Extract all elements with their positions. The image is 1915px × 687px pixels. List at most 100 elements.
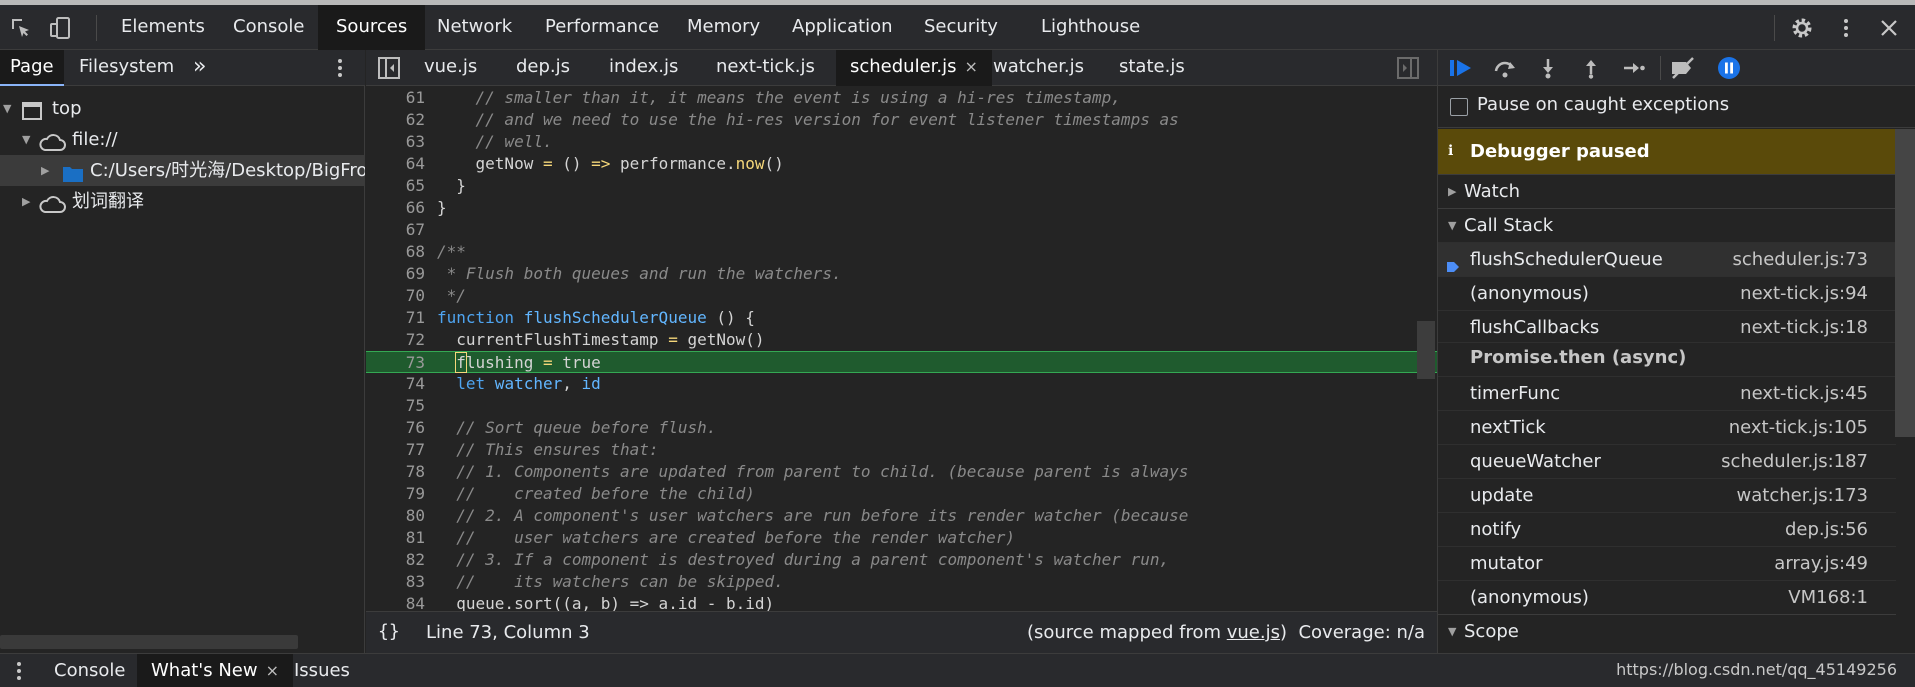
- more-options-icon[interactable]: [1831, 13, 1861, 43]
- expanded-triangle-icon[interactable]: ▼: [22, 124, 30, 155]
- line-number[interactable]: 66: [366, 197, 425, 219]
- call-frame[interactable]: nextTick next-tick.js:105: [1438, 410, 1896, 444]
- inspect-element-icon[interactable]: [6, 13, 36, 43]
- frame-location[interactable]: scheduler.js:73: [1733, 243, 1868, 277]
- line-number[interactable]: 79: [366, 483, 425, 505]
- close-tab-icon[interactable]: ×: [266, 661, 279, 680]
- device-toolbar-icon[interactable]: [45, 13, 75, 43]
- step-icon[interactable]: [1619, 53, 1649, 83]
- call-frame[interactable]: (anonymous) next-tick.js:94: [1438, 276, 1896, 310]
- gear-icon[interactable]: [1787, 13, 1817, 43]
- frame-location[interactable]: dep.js:56: [1785, 513, 1868, 547]
- expanded-triangle-icon[interactable]: ▼: [1448, 615, 1456, 649]
- expanded-triangle-icon[interactable]: ▼: [1448, 209, 1456, 243]
- line-number[interactable]: 73: [366, 352, 425, 374]
- line-number[interactable]: 71: [366, 307, 425, 329]
- collapsed-triangle-icon[interactable]: ▶: [1448, 175, 1456, 209]
- toggle-navigator-icon[interactable]: [378, 57, 400, 83]
- call-frame[interactable]: (anonymous) VM168:1: [1438, 580, 1896, 614]
- file-tab[interactable]: next-tick.js: [702, 50, 829, 86]
- line-number[interactable]: 75: [366, 395, 425, 417]
- line-number[interactable]: 83: [366, 571, 425, 593]
- line-number[interactable]: 67: [366, 219, 425, 241]
- deactivate-breakpoints-icon[interactable]: [1668, 53, 1698, 83]
- file-tab[interactable]: dep.js: [502, 50, 584, 86]
- line-number[interactable]: 84: [366, 593, 425, 611]
- tab-memory[interactable]: Memory: [669, 5, 778, 50]
- tree-item-top[interactable]: ▼ top: [0, 93, 365, 124]
- line-number[interactable]: 65: [366, 175, 425, 197]
- line-number[interactable]: 69: [366, 263, 425, 285]
- frame-location[interactable]: scheduler.js:187: [1721, 445, 1868, 479]
- step-into-icon[interactable]: [1533, 53, 1563, 83]
- tree-item-folder[interactable]: ▶ C:/Users/时光海/Desktop/BigFront: [0, 155, 365, 186]
- tab-sources[interactable]: Sources: [318, 5, 426, 50]
- line-number[interactable]: 68: [366, 241, 425, 263]
- line-number[interactable]: 61: [366, 87, 425, 109]
- drawer-tab-issues[interactable]: Issues: [280, 654, 364, 687]
- collapsed-triangle-icon[interactable]: ▶: [22, 186, 30, 217]
- drawer-tab-whats-new[interactable]: What's New ×: [137, 654, 294, 687]
- step-out-icon[interactable]: [1576, 53, 1606, 83]
- pretty-print-button[interactable]: {}: [378, 621, 400, 642]
- frame-location[interactable]: VM168:1: [1788, 581, 1868, 615]
- call-frame[interactable]: flushCallbacks next-tick.js:18: [1438, 310, 1896, 344]
- line-number[interactable]: 81: [366, 527, 425, 549]
- line-number[interactable]: 62: [366, 109, 425, 131]
- tab-security[interactable]: Security: [906, 5, 1016, 50]
- file-tab-active[interactable]: scheduler.js ×: [836, 50, 992, 86]
- line-number[interactable]: 76: [366, 417, 425, 439]
- pause-on-caught-checkbox[interactable]: [1450, 98, 1468, 116]
- watch-section-header[interactable]: ▶ Watch: [1438, 174, 1896, 208]
- tab-page[interactable]: Page: [0, 50, 64, 86]
- frame-location[interactable]: watcher.js:173: [1737, 479, 1868, 513]
- tab-filesystem[interactable]: Filesystem: [69, 50, 184, 86]
- tab-application[interactable]: Application: [774, 5, 911, 50]
- frame-location[interactable]: array.js:49: [1774, 547, 1868, 581]
- call-frame[interactable]: flushSchedulerQueue scheduler.js:73: [1438, 242, 1896, 276]
- expanded-triangle-icon[interactable]: ▼: [3, 93, 11, 124]
- tab-elements[interactable]: Elements: [103, 5, 223, 50]
- resume-icon[interactable]: [1446, 53, 1476, 83]
- line-number[interactable]: 74: [366, 373, 425, 395]
- line-number[interactable]: 64: [366, 153, 425, 175]
- call-stack-section-header[interactable]: ▼ Call Stack: [1438, 208, 1896, 242]
- line-number[interactable]: 82: [366, 549, 425, 571]
- pause-on-exceptions-icon[interactable]: [1714, 53, 1744, 83]
- frame-location[interactable]: next-tick.js:94: [1740, 277, 1868, 311]
- file-tab[interactable]: state.js: [1105, 50, 1199, 86]
- frame-location[interactable]: next-tick.js:105: [1729, 411, 1868, 445]
- frame-location[interactable]: next-tick.js:18: [1740, 311, 1868, 345]
- call-frame[interactable]: update watcher.js:173: [1438, 478, 1896, 512]
- vertical-scrollbar[interactable]: [1417, 321, 1435, 379]
- file-tab[interactable]: watcher.js: [979, 50, 1098, 86]
- close-icon[interactable]: [1874, 13, 1904, 43]
- tree-item-extension[interactable]: ▶ 划词翻译: [0, 186, 365, 217]
- drawer-menu-icon[interactable]: [9, 659, 29, 687]
- file-tab[interactable]: index.js: [595, 50, 692, 86]
- code-view[interactable]: 61 // smaller than it, it means the even…: [366, 87, 1437, 611]
- line-number[interactable]: 78: [366, 461, 425, 483]
- call-frame[interactable]: timerFunc next-tick.js:45: [1438, 376, 1896, 410]
- tab-performance[interactable]: Performance: [527, 5, 677, 50]
- horizontal-scrollbar[interactable]: [0, 635, 298, 649]
- line-number[interactable]: 70: [366, 285, 425, 307]
- tab-console[interactable]: Console: [215, 5, 322, 50]
- collapsed-triangle-icon[interactable]: ▶: [41, 155, 49, 186]
- tree-item-file-origin[interactable]: ▼ file://: [0, 124, 365, 155]
- navigator-menu-icon[interactable]: [330, 56, 350, 80]
- call-frame[interactable]: mutator array.js:49: [1438, 546, 1896, 580]
- scope-section-header[interactable]: ▼ Scope: [1438, 614, 1896, 648]
- tab-network[interactable]: Network: [419, 5, 530, 50]
- more-tabs-icon[interactable]: »: [183, 50, 216, 86]
- line-number[interactable]: 72: [366, 329, 425, 351]
- call-frame[interactable]: queueWatcher scheduler.js:187: [1438, 444, 1896, 478]
- call-frame[interactable]: notify dep.js:56: [1438, 512, 1896, 546]
- line-number[interactable]: 77: [366, 439, 425, 461]
- step-over-icon[interactable]: [1490, 53, 1520, 83]
- file-tab[interactable]: vue.js: [410, 50, 491, 86]
- line-number[interactable]: 80: [366, 505, 425, 527]
- source-map-link[interactable]: vue.js: [1227, 622, 1280, 643]
- frame-location[interactable]: next-tick.js:45: [1740, 377, 1868, 411]
- toggle-debugger-icon[interactable]: [1397, 57, 1419, 83]
